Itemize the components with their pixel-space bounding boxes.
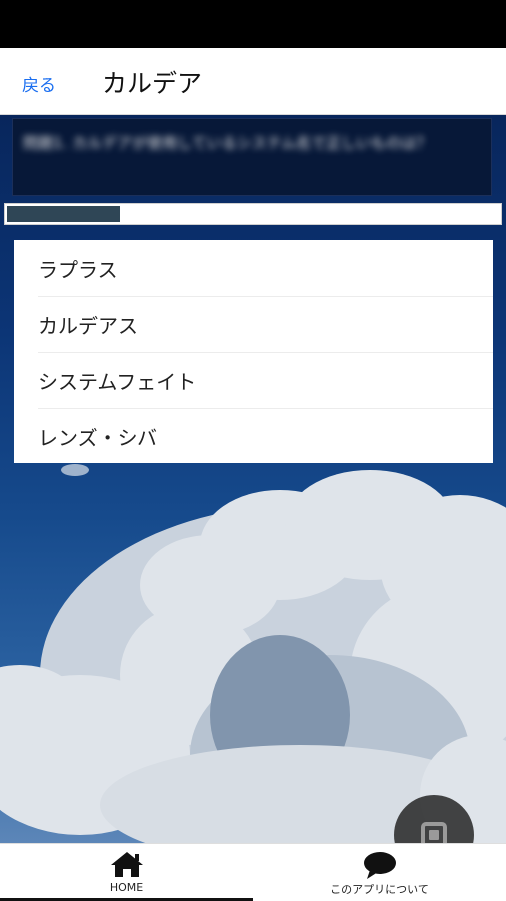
- answer-list: ラプラス カルデアス システムフェイト レンズ・シバ: [14, 240, 493, 463]
- navigation-bar: 戻る カルデア: [0, 48, 506, 115]
- answer-option[interactable]: システムフェイト: [14, 352, 493, 408]
- answer-option[interactable]: カルデアス: [14, 296, 493, 352]
- home-icon: [110, 852, 143, 877]
- tab-home-label: HOME: [109, 881, 144, 894]
- answer-option[interactable]: レンズ・シバ: [14, 408, 493, 464]
- tab-about-app[interactable]: このアプリについて: [253, 844, 506, 901]
- progress-fill: [7, 206, 120, 222]
- answer-option[interactable]: ラプラス: [14, 240, 493, 296]
- question-text: 問題1. カルデアが使用しているシステム名で正しいものは？: [23, 134, 432, 152]
- speech-bubble-icon: [363, 852, 396, 879]
- back-button[interactable]: 戻る: [22, 71, 56, 96]
- tab-about-label: このアプリについて: [330, 883, 429, 896]
- question-panel: 問題1. カルデアが使用しているシステム名で正しいものは？: [12, 118, 492, 196]
- tab-home[interactable]: HOME: [0, 844, 253, 901]
- tab-bar: HOME このアプリについて: [0, 843, 506, 901]
- progress-bar: [4, 203, 502, 225]
- status-bar: [0, 0, 506, 48]
- page-title: カルデア: [102, 69, 203, 98]
